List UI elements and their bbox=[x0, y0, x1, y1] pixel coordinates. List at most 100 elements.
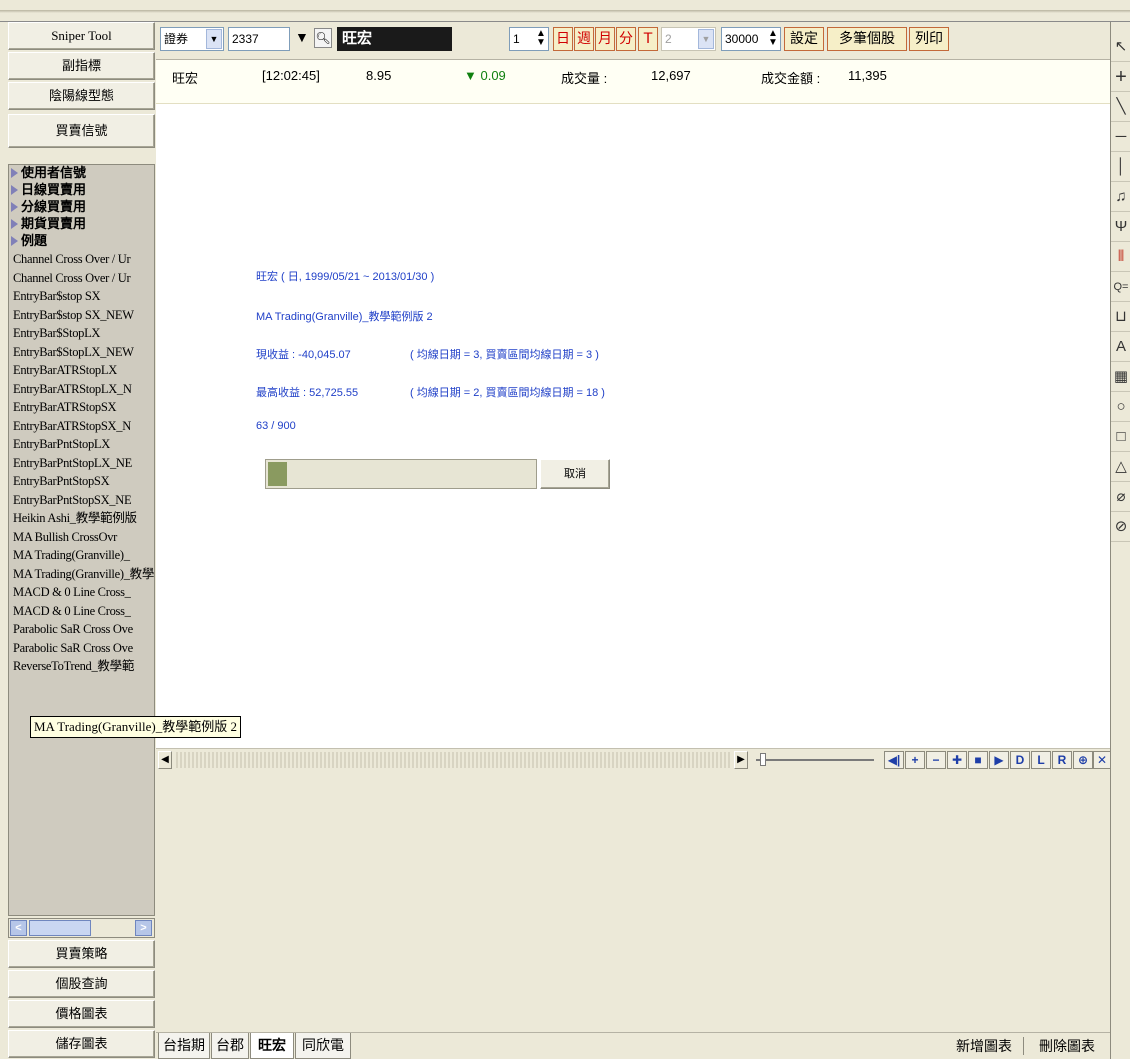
list-item[interactable]: Heikin Ashi_教學範例版 bbox=[9, 509, 154, 528]
list-item[interactable]: EntryBarPntStopSX_NE bbox=[9, 491, 154, 510]
eraser-icon[interactable]: ⌀ bbox=[1111, 482, 1130, 512]
list-item[interactable]: EntryBarPntStopLX bbox=[9, 435, 154, 454]
crosshair-icon[interactable]: + bbox=[1111, 62, 1130, 92]
list-item[interactable]: EntryBarATRStopSX bbox=[9, 398, 154, 417]
stop-icon[interactable]: ■ bbox=[968, 751, 988, 769]
nav-r-button[interactable]: R bbox=[1052, 751, 1072, 769]
tree-folder[interactable]: 分線買賣用 bbox=[9, 199, 154, 216]
magnify-icon[interactable]: ⊕ bbox=[1073, 751, 1093, 769]
candlestick-pattern-button[interactable]: 陰陽線型態 bbox=[8, 82, 155, 110]
list-item[interactable]: EntryBarATRStopLX_N bbox=[9, 380, 154, 399]
tab-taigun[interactable]: 台郡 bbox=[211, 1033, 249, 1059]
pointer-icon[interactable]: ↖ bbox=[1111, 32, 1130, 62]
stock-code-input[interactable]: 2337 bbox=[228, 27, 290, 51]
cancel-button[interactable]: 取消 bbox=[540, 459, 610, 489]
tree-folder[interactable]: 日線買賣用 bbox=[9, 182, 154, 199]
list-item[interactable]: EntryBarPntStopSX bbox=[9, 472, 154, 491]
close-icon[interactable]: ✕ bbox=[1093, 751, 1111, 769]
triangle-icon[interactable]: △ bbox=[1111, 452, 1130, 482]
tick-button[interactable]: T bbox=[638, 27, 658, 51]
trade-signal-button[interactable]: 買賣信號 bbox=[8, 114, 155, 148]
scroll-left-icon[interactable]: ◀ bbox=[158, 751, 172, 769]
chart-scroll-track[interactable] bbox=[174, 752, 732, 768]
settings-button[interactable]: 設定 bbox=[784, 27, 824, 51]
ellipse-icon[interactable]: ○ bbox=[1111, 392, 1130, 422]
trend-line-icon[interactable]: ╲ bbox=[1111, 92, 1130, 122]
nav-d-button[interactable]: D bbox=[1010, 751, 1030, 769]
tree-horizontal-scrollbar[interactable]: < > bbox=[8, 918, 155, 938]
tree-folder[interactable]: 例題 bbox=[9, 233, 154, 250]
trade-strategy-button[interactable]: 買賣策略 bbox=[8, 940, 155, 968]
chart-area[interactable]: 旺宏 ( 日, 1999/05/21 ~ 2013/01/30 ) MA Tra… bbox=[156, 104, 1110, 748]
delete-chart-button[interactable]: 刪除圖表 bbox=[1028, 1033, 1106, 1059]
zoom-out-icon[interactable]: − bbox=[926, 751, 946, 769]
list-item[interactable]: Parabolic SaR Cross Ove bbox=[9, 639, 154, 658]
play-icon[interactable]: ▶ bbox=[989, 751, 1009, 769]
horizontal-line-icon[interactable]: ─ bbox=[1111, 122, 1130, 152]
search-icon[interactable]: 🔍︎ bbox=[314, 28, 332, 48]
tree-folder[interactable]: 期貨買賣用 bbox=[9, 216, 154, 233]
rectangle-icon[interactable]: □ bbox=[1111, 422, 1130, 452]
save-chart-button[interactable]: 儲存圖表 bbox=[8, 1030, 155, 1058]
scroll-left-icon[interactable]: < bbox=[10, 920, 27, 936]
fit-icon[interactable]: ✚ bbox=[947, 751, 967, 769]
spinner-icon[interactable]: ▲ ▼ bbox=[536, 29, 546, 48]
tree-folder[interactable]: 使用者信號 bbox=[9, 165, 154, 182]
list-item[interactable]: MA Trading(Granville)_教學範例版 2 bbox=[9, 565, 154, 584]
daily-button[interactable]: 日 bbox=[553, 27, 573, 51]
list-item[interactable]: EntryBarATRStopLX bbox=[9, 361, 154, 380]
first-page-icon[interactable]: ◀| bbox=[884, 751, 904, 769]
slider-thumb[interactable] bbox=[760, 753, 766, 766]
tab-macronix[interactable]: 旺宏 bbox=[250, 1033, 294, 1059]
list-item[interactable]: MA Trading(Granville)_ bbox=[9, 546, 154, 565]
signal-tree[interactable]: 使用者信號 日線買賣用 分線買賣用 期貨買賣用 例題 Channel Cross… bbox=[8, 164, 155, 916]
list-item[interactable]: MACD & 0 Line Cross_ bbox=[9, 583, 154, 602]
list-item[interactable]: ReverseToTrend_教學範 bbox=[9, 657, 154, 676]
dropdown-triangle-icon[interactable]: ▼ bbox=[295, 29, 309, 45]
price-chart-button[interactable]: 價格圖表 bbox=[8, 1000, 155, 1028]
add-chart-button[interactable]: 新增圖表 bbox=[948, 1033, 1020, 1059]
erase-all-icon[interactable]: ⊘ bbox=[1111, 512, 1130, 542]
chevron-down-icon[interactable]: ▼ bbox=[206, 29, 222, 49]
vertical-line-icon[interactable]: │ bbox=[1111, 152, 1130, 182]
tab-taiex-futures[interactable]: 台指期 bbox=[158, 1033, 210, 1059]
market-select[interactable]: 證券 ▼ bbox=[160, 27, 224, 51]
print-button[interactable]: 列印 bbox=[909, 27, 949, 51]
list-item[interactable]: EntryBar$StopLX bbox=[9, 324, 154, 343]
stock-query-button[interactable]: 個股查詢 bbox=[8, 970, 155, 998]
bracket-icon[interactable]: ⊔ bbox=[1111, 302, 1130, 332]
list-item[interactable]: Parabolic SaR Cross Ove bbox=[9, 620, 154, 639]
zoom-in-icon[interactable]: + bbox=[905, 751, 925, 769]
minute-button[interactable]: 分 bbox=[616, 27, 636, 51]
scroll-right-icon[interactable]: > bbox=[135, 920, 152, 936]
monthly-button[interactable]: 月 bbox=[595, 27, 615, 51]
list-item[interactable]: Channel Cross Over / Ur bbox=[9, 269, 154, 288]
list-item[interactable]: EntryBarATRStopSX_N bbox=[9, 417, 154, 436]
quote-box-icon[interactable]: Q= bbox=[1111, 272, 1130, 302]
grid-icon[interactable]: ▦ bbox=[1111, 362, 1130, 392]
list-item[interactable]: Channel Cross Over / Ur bbox=[9, 250, 154, 269]
chevron-down-icon[interactable]: ▼ bbox=[698, 29, 714, 49]
list-item[interactable]: MA Bullish CrossOvr bbox=[9, 528, 154, 547]
sub-indicator-button[interactable]: 副指標 bbox=[8, 52, 155, 80]
zoom-slider[interactable] bbox=[756, 752, 876, 768]
tick-value-select[interactable]: 2 ▼ bbox=[661, 27, 716, 51]
nav-l-button[interactable]: L bbox=[1031, 751, 1051, 769]
list-item[interactable]: EntryBarPntStopLX_NE bbox=[9, 454, 154, 473]
fibonacci-icon[interactable]: ⫴ bbox=[1111, 242, 1130, 272]
progress-counter: 63 / 900 bbox=[256, 420, 296, 432]
scroll-thumb[interactable] bbox=[29, 920, 91, 936]
spinner-icon[interactable]: ▲ ▼ bbox=[768, 29, 778, 48]
fork-icon[interactable]: Ψ bbox=[1111, 212, 1130, 242]
text-tool-icon[interactable]: A bbox=[1111, 332, 1130, 362]
list-item[interactable]: EntryBar$stop SX bbox=[9, 287, 154, 306]
sniper-tool-button[interactable]: Sniper Tool bbox=[8, 22, 155, 50]
multi-stock-button[interactable]: 多筆個股 bbox=[827, 27, 907, 51]
list-item[interactable]: MACD & 0 Line Cross_ bbox=[9, 602, 154, 621]
tab-tongxin[interactable]: 同欣電 bbox=[295, 1033, 351, 1059]
weekly-button[interactable]: 週 bbox=[574, 27, 594, 51]
list-item[interactable]: EntryBar$StopLX_NEW bbox=[9, 343, 154, 362]
bell-icon[interactable]: ♫ bbox=[1111, 182, 1130, 212]
scroll-right-icon[interactable]: ▶ bbox=[734, 751, 748, 769]
list-item[interactable]: EntryBar$stop SX_NEW bbox=[9, 306, 154, 325]
